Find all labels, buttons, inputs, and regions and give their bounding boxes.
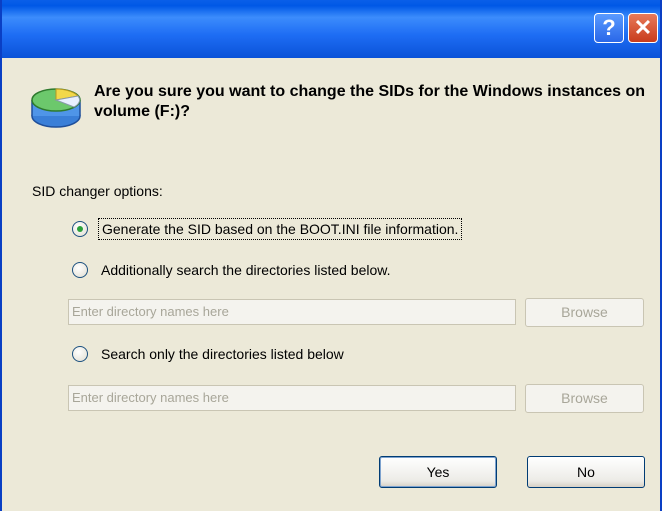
disk-volume-icon bbox=[31, 88, 81, 128]
sid-changer-dialog: ? ✕ Are you sure you want to change the … bbox=[0, 0, 662, 511]
directory-input-2[interactable]: Enter directory names here bbox=[68, 385, 516, 411]
directory-input-1[interactable]: Enter directory names here bbox=[68, 299, 516, 325]
browse-button-2[interactable]: Browse bbox=[525, 384, 644, 413]
title-bar: ? ✕ bbox=[2, 0, 660, 58]
option-additionally-search[interactable]: Additionally search the directories list… bbox=[72, 260, 394, 280]
help-button[interactable]: ? bbox=[594, 13, 624, 43]
no-button[interactable]: No bbox=[527, 456, 645, 488]
radio-button-selected[interactable] bbox=[72, 221, 88, 237]
radio-button[interactable] bbox=[72, 262, 88, 278]
radio-button[interactable] bbox=[72, 346, 88, 362]
option-generate-from-bootini[interactable]: Generate the SID based on the BOOT.INI f… bbox=[72, 218, 463, 240]
option-label: Search only the directories listed below bbox=[101, 346, 344, 362]
browse-button-1[interactable]: Browse bbox=[525, 298, 644, 327]
close-button[interactable]: ✕ bbox=[628, 13, 658, 43]
option-label: Additionally search the directories list… bbox=[101, 262, 391, 278]
option-label: Generate the SID based on the BOOT.INI f… bbox=[98, 218, 463, 240]
option-search-only[interactable]: Search only the directories listed below bbox=[72, 344, 347, 364]
yes-button[interactable]: Yes bbox=[379, 456, 497, 488]
options-group-label: SID changer options: bbox=[32, 183, 163, 199]
confirmation-question: Are you sure you want to change the SIDs… bbox=[94, 83, 646, 120]
